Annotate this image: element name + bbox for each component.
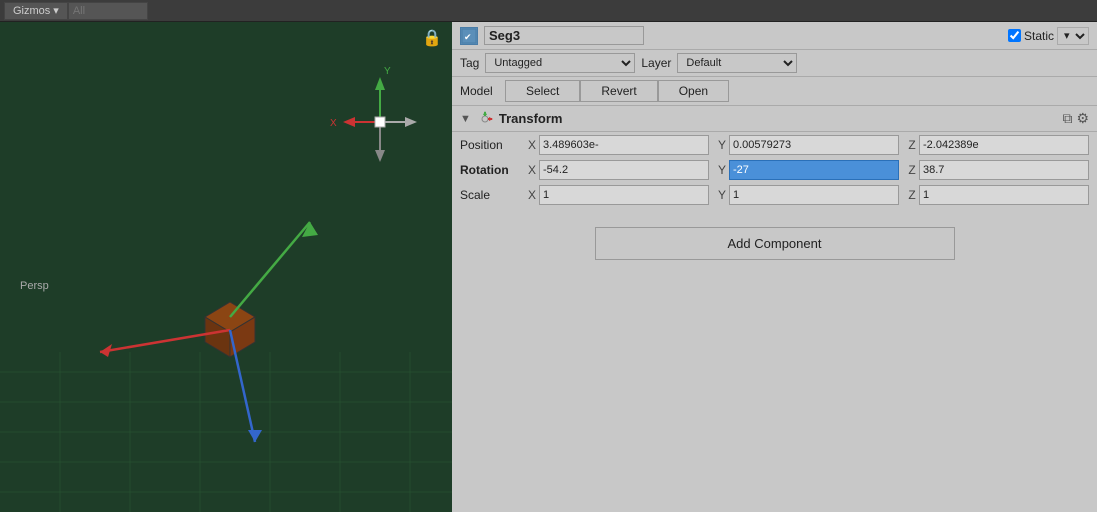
position-label: Position — [460, 138, 525, 152]
scale-y-input[interactable] — [729, 185, 899, 205]
position-axis-group: X Y Z — [525, 135, 1089, 155]
static-label: Static — [1024, 29, 1054, 43]
inspector-panel: ✔ Static ▾ Tag Untagged Layer Default — [452, 22, 1097, 512]
inspector-header: ✔ Static ▾ — [452, 22, 1097, 50]
scale-z-input[interactable] — [919, 185, 1089, 205]
rotation-label: Rotation — [460, 163, 525, 177]
rot-y-label: Y — [715, 163, 729, 177]
rot-x-label: X — [525, 163, 539, 177]
position-row: Position X Y Z — [460, 134, 1089, 156]
scale-axis-group: X Y Z — [525, 185, 1089, 205]
rotation-y-input[interactable] — [729, 160, 899, 180]
model-label: Model — [460, 84, 505, 98]
pos-x-label: X — [525, 138, 539, 152]
add-component-area: Add Component — [452, 211, 1097, 276]
lock-icon[interactable]: 🔒 — [422, 28, 442, 48]
model-open-button[interactable]: Open — [658, 80, 729, 102]
gizmos-label: Gizmos — [13, 5, 50, 17]
transform-icon — [477, 111, 493, 127]
static-checkbox[interactable] — [1008, 29, 1021, 42]
scale-x-input[interactable] — [539, 185, 709, 205]
transform-fields: Position X Y Z Rotation — [452, 132, 1097, 211]
component-actions: ⧉ ⚙ — [1062, 110, 1089, 127]
tag-label: Tag — [460, 56, 479, 70]
static-dropdown[interactable]: ▾ — [1057, 27, 1089, 45]
rotation-x-input[interactable] — [539, 160, 709, 180]
transform-header: ▼ Transform ⧉ ⚙ — [452, 106, 1097, 132]
svg-text:✔: ✔ — [464, 32, 472, 42]
layer-label: Layer — [641, 56, 671, 70]
model-revert-button[interactable]: Revert — [580, 80, 657, 102]
copy-icon[interactable]: ⧉ — [1062, 110, 1072, 127]
tag-select[interactable]: Untagged — [485, 53, 635, 73]
position-y-input[interactable] — [729, 135, 899, 155]
scale-row: Scale X Y Z — [460, 184, 1089, 206]
model-select-button[interactable]: Select — [505, 80, 580, 102]
object-name-input[interactable] — [484, 26, 644, 45]
transform-title: Transform — [499, 111, 1057, 126]
rot-z-label: Z — [905, 163, 919, 177]
static-area: Static ▾ — [1008, 27, 1089, 45]
collapse-arrow[interactable]: ▼ — [460, 113, 471, 125]
add-component-button[interactable]: Add Component — [595, 227, 955, 260]
svg-text:Y: Y — [384, 66, 391, 77]
gizmos-dropdown-arrow: ▾ — [53, 4, 59, 17]
persp-label: Persp — [20, 280, 49, 292]
scene-svg: Y X — [0, 22, 452, 512]
position-x-input[interactable] — [539, 135, 709, 155]
main-area: Y X 🔒 Persp ✔ — [0, 22, 1097, 512]
rotation-row: Rotation X Y Z — [460, 159, 1089, 181]
gizmos-button[interactable]: Gizmos ▾ — [4, 2, 68, 20]
transform-section: ▼ Transform ⧉ ⚙ Position — [452, 106, 1097, 211]
scale-x-label: X — [525, 188, 539, 202]
rotation-axis-group: X Y Z — [525, 160, 1089, 180]
position-z-input[interactable] — [919, 135, 1089, 155]
pos-y-label: Y — [715, 138, 729, 152]
layer-select[interactable]: Default — [677, 53, 797, 73]
scale-y-label: Y — [715, 188, 729, 202]
rotation-z-input[interactable] — [919, 160, 1089, 180]
scale-label: Scale — [460, 188, 525, 202]
pos-z-label: Z — [905, 138, 919, 152]
viewport[interactable]: Y X 🔒 Persp — [0, 22, 452, 512]
settings-icon[interactable]: ⚙ — [1076, 110, 1089, 127]
svg-text:X: X — [330, 118, 337, 129]
top-toolbar: Gizmos ▾ — [0, 0, 1097, 22]
model-row: Model Select Revert Open — [452, 77, 1097, 106]
search-input[interactable] — [68, 2, 148, 20]
tag-layer-row: Tag Untagged Layer Default — [452, 50, 1097, 77]
object-icon: ✔ — [460, 27, 478, 45]
scale-z-label: Z — [905, 188, 919, 202]
